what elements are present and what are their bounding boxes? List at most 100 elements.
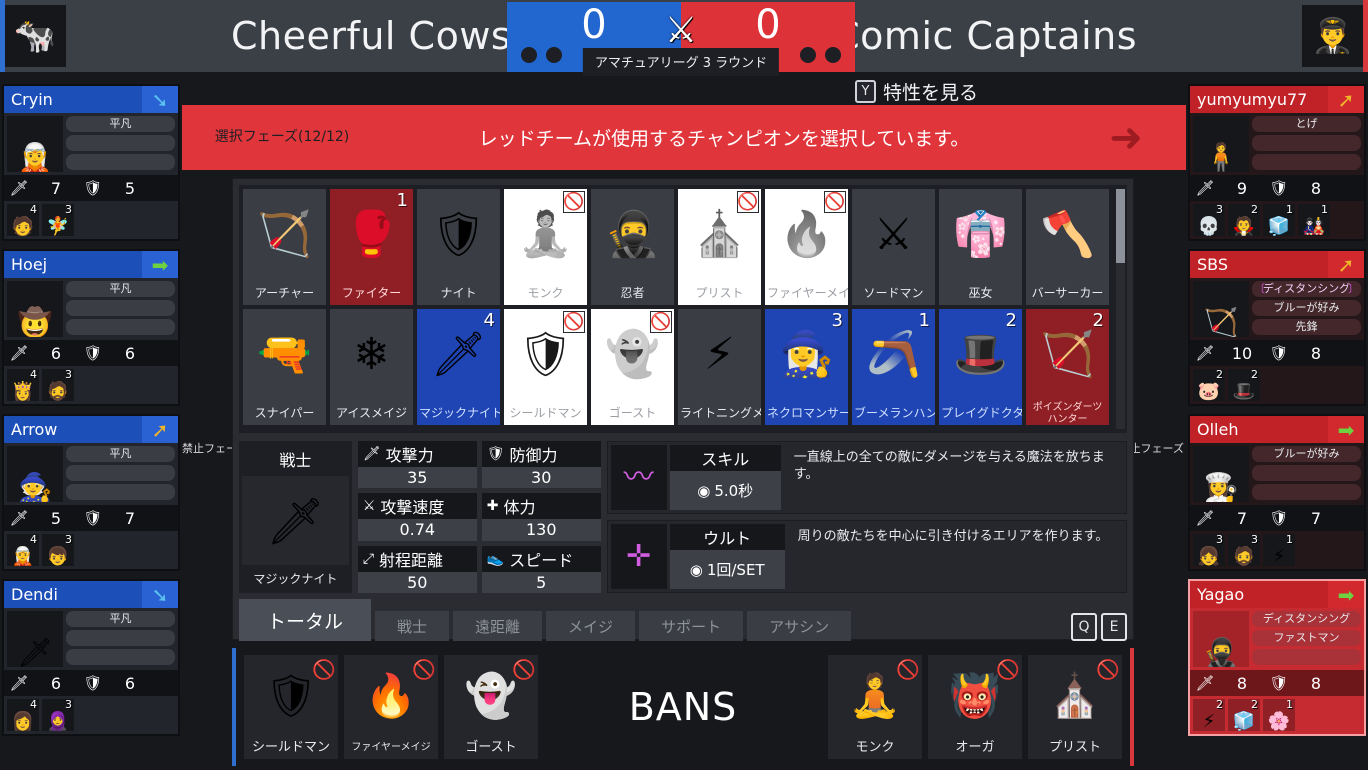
owned-champion[interactable]: 🐷 2 xyxy=(1193,369,1225,401)
player-card-dendi: Dendi ➘ 🗡 平凡 🗡 6 🛡 6 👩 4 🧕 3 xyxy=(2,579,180,736)
key-badge-e[interactable]: E xyxy=(1101,613,1127,641)
skill-meta: ウルト ◉ 1回/SET xyxy=(669,521,788,592)
tab-アサシン[interactable]: アサシン xyxy=(747,611,852,641)
champion-art: 🥷 xyxy=(605,209,660,260)
key-badge-q[interactable]: Q xyxy=(1071,613,1097,641)
champion-label: シールドマン xyxy=(509,406,582,420)
champion-pick-count: 2 xyxy=(1005,310,1017,331)
stat-range: ⤢ 射程距離 50 xyxy=(357,545,477,593)
owned-champion[interactable]: 🧑 4 xyxy=(7,204,39,236)
player-champion-list: 🧝 4 👦 3 xyxy=(4,531,178,569)
tab-サポート[interactable]: サポート xyxy=(639,611,744,641)
champion-art: ⚡ xyxy=(704,329,735,380)
champion-tile[interactable]: 🎩プレイグドクター2 xyxy=(939,309,1022,425)
champion-tile[interactable]: 🧘 モンク 🚫 xyxy=(504,189,587,305)
champion-count: 4 xyxy=(30,204,37,216)
owned-champion[interactable]: 🧚 3 xyxy=(42,204,74,236)
player-card-body: 🤠 平凡 xyxy=(4,278,178,340)
skill-cooldown-value: 1回/SET xyxy=(706,561,765,579)
owned-champion[interactable]: 🧛 2 xyxy=(1228,204,1260,236)
owned-champion[interactable]: 🎎 1 xyxy=(1298,204,1330,236)
owned-champion[interactable]: ⚡ 2 xyxy=(1193,699,1225,731)
champion-grid-scrollbar[interactable] xyxy=(1116,189,1125,429)
champion-tile[interactable]: 👻 ゴースト 🚫 xyxy=(591,309,674,425)
attack-value: 6 xyxy=(50,673,62,693)
owned-champion[interactable]: 👦 3 xyxy=(42,534,74,566)
champion-count: 4 xyxy=(30,534,37,546)
player-card-cryin: Cryin ➘ 🧝 平凡 🗡 7 🛡 5 🧑 4 🧚 3 xyxy=(2,84,180,241)
champion-tile[interactable]: ❄ アイスメイジ xyxy=(330,309,413,425)
player-card-body: 🗡 平凡 xyxy=(4,608,178,670)
champion-label: ソードマン xyxy=(863,286,924,300)
player-stats: 🗡 8 🛡 8 xyxy=(1190,670,1364,696)
player-stats: 🗡 7 🛡 5 xyxy=(4,175,178,201)
round-dot xyxy=(521,47,537,63)
champion-tile[interactable]: ⛪ プリスト 🚫 xyxy=(678,189,761,305)
champion-tile[interactable]: 🛡 ナイト xyxy=(417,189,500,305)
champion-tile[interactable]: 🔫 スナイパー xyxy=(243,309,326,425)
champion-count: 2 xyxy=(1251,699,1258,711)
stat-value: 35 xyxy=(357,467,477,489)
tab-戦士[interactable]: 戦士 xyxy=(375,611,450,641)
category-tabs: トータル 戦士 遠距離 メイジ サポート アサシン Q E xyxy=(239,599,1127,641)
skill-row: ✛ ウルト ◉ 1回/SET 周りの敵たちを中心に引き付けるエリアを作ります。 xyxy=(606,520,1127,593)
player-avatar: 🗡 xyxy=(7,611,63,667)
owned-champion[interactable]: 🌸 1 xyxy=(1263,699,1295,731)
champion-tile[interactable]: 🛡 シールドマン 🚫 xyxy=(504,309,587,425)
owned-champion[interactable]: 🧊 1 xyxy=(1263,204,1295,236)
stat-value: 130 xyxy=(481,519,601,541)
champion-tile[interactable]: 🪃ブーメランハンター1 xyxy=(852,309,935,425)
champion-count: 3 xyxy=(1251,534,1258,546)
champion-tile[interactable]: ⚔ ソードマン xyxy=(852,189,935,305)
trait-empty xyxy=(66,649,175,665)
champion-tile[interactable]: 🏹 ポイズンダーツハンター 2 xyxy=(1026,309,1109,425)
owned-champion[interactable]: 🧊 2 xyxy=(1228,699,1260,731)
owned-champion[interactable]: 🧔 3 xyxy=(1228,534,1260,566)
champion-label: スナイパー xyxy=(254,406,315,420)
champion-label: ナイト xyxy=(440,286,477,300)
owned-champion[interactable]: 🧕 3 xyxy=(42,699,74,731)
stat-label: 防御力 xyxy=(509,446,558,465)
champion-tile[interactable]: ⚡ ライトニングメイジ xyxy=(678,309,761,425)
champion-tile[interactable]: 🥷 忍者 xyxy=(591,189,674,305)
owned-champion[interactable]: 🧝 4 xyxy=(7,534,39,566)
champion-tile[interactable]: 🧙‍♀ ネクロマンサー 3 xyxy=(765,309,848,425)
player-card-body: 🧍 とげ xyxy=(1190,113,1364,175)
champion-label: 巫女 xyxy=(968,286,993,300)
stat-label: 射程距離 xyxy=(379,550,444,570)
defense-value: 8 xyxy=(1310,673,1322,693)
player-avatar: 🧝 xyxy=(7,116,63,172)
champion-tile[interactable]: 🥊 ファイター 1 xyxy=(330,189,413,305)
tab-トータル[interactable]: トータル xyxy=(239,599,372,641)
owned-champion[interactable]: 👩 4 xyxy=(7,699,39,731)
champion-label: ゴースト xyxy=(608,406,657,420)
attack-value: 8 xyxy=(1236,673,1248,693)
arrow-down-right-icon: ➘ xyxy=(142,581,178,608)
view-traits-hint[interactable]: Y 特性を見る xyxy=(855,78,978,105)
owned-champion[interactable]: 🧔 3 xyxy=(42,369,74,401)
champion-art: 🛡 xyxy=(430,209,487,260)
owned-champion[interactable]: ⚡ 1 xyxy=(1263,534,1295,566)
blue-team-roster: Cryin ➘ 🧝 平凡 🗡 7 🛡 5 🧑 4 🧚 3 Hoej ➡ 🤠 平凡 🗡 6 🛡 6 👸 4 🧔 3 Arrow ➚ 🧙… xyxy=(2,84,180,744)
stat-sword: 🗡 攻撃力 35 xyxy=(357,441,477,489)
champion-tile[interactable]: 🔥ファイヤーメイジ🚫 xyxy=(765,189,848,305)
owned-champion[interactable]: 👸 4 xyxy=(7,369,39,401)
arrow-right-icon: ➡ xyxy=(142,251,178,278)
defense-value: 7 xyxy=(124,508,136,528)
red-ban-edge xyxy=(1130,648,1134,766)
owned-champion[interactable]: 💀 3 xyxy=(1193,204,1225,236)
tab-メイジ[interactable]: メイジ xyxy=(546,611,636,641)
no-entry-icon: 🚫 xyxy=(824,191,846,213)
owned-champion[interactable]: 🎩 2 xyxy=(1228,369,1260,401)
attack-speed-icon: ⚔ xyxy=(362,498,376,515)
player-traits: 平凡 xyxy=(66,611,175,667)
champion-tile[interactable]: 🗡 マジックナイト 4 xyxy=(417,309,500,425)
champion-pick-count: 4 xyxy=(483,310,495,331)
tab-遠距離[interactable]: 遠距離 xyxy=(453,611,543,641)
owned-champion[interactable]: 👧 3 xyxy=(1193,534,1225,566)
shield-icon: 🛡 xyxy=(83,343,103,362)
champion-tile[interactable]: 🪓 バーサーカー xyxy=(1026,189,1109,305)
champion-tile[interactable]: 👘 巫女 xyxy=(939,189,1022,305)
champion-tile[interactable]: 🏹 アーチャー xyxy=(243,189,326,305)
player-avatar: 👩‍🍳 xyxy=(1193,446,1249,502)
